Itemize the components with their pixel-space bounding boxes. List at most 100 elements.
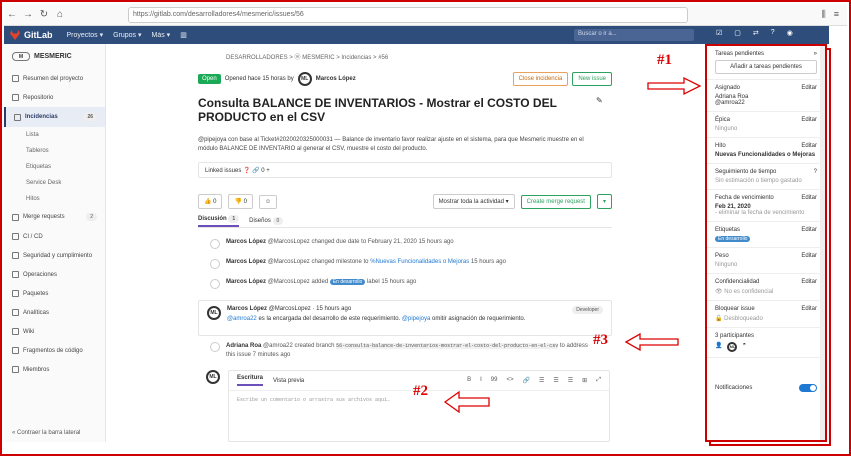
sidebar-item-operations[interactable]: Operaciones xyxy=(4,265,105,284)
bullet-list-icon[interactable]: ☰ xyxy=(539,377,544,384)
sidebar-item-wiki[interactable]: Wiki xyxy=(4,322,105,341)
sidebar-item-analytics[interactable]: Analíticas xyxy=(4,303,105,322)
shield-icon xyxy=(12,252,19,259)
edit-lock[interactable]: Editar xyxy=(801,306,817,312)
collapse-sidebar[interactable]: « Contraer la barra lateral xyxy=(12,430,80,436)
sidebar-item-members[interactable]: Miembros xyxy=(4,360,105,379)
label-badge[interactable]: En desarrollo xyxy=(715,236,751,242)
sidebar-sub-milestones[interactable]: Hitos xyxy=(4,191,105,207)
forward-icon[interactable]: → xyxy=(20,9,36,20)
help-icon[interactable]: ? xyxy=(814,169,817,175)
issues-icon[interactable]: ▢ xyxy=(734,29,741,37)
checklist-icon[interactable]: ☰ xyxy=(568,377,573,384)
participant-avatar[interactable]: ML xyxy=(727,342,738,352)
breadcrumb[interactable]: DESARROLLADORES > ⓜ MESMERIC > Incidenci… xyxy=(226,52,388,61)
todo-icon[interactable]: ☑ xyxy=(716,29,722,37)
edit-milestone[interactable]: Editar xyxy=(801,143,817,149)
participant-avatar[interactable]: 👤 xyxy=(715,342,722,352)
comment-editor: Escritura Vista previa B I 99 <> 🔗 ☰ ☰ ☰… xyxy=(228,370,610,442)
add-todo-button[interactable]: Añadir a tareas pendientes xyxy=(715,60,817,74)
sidebar-item-overview[interactable]: Resumen del proyecto xyxy=(4,69,105,88)
scrollbar[interactable] xyxy=(820,46,825,440)
numbered-list-icon[interactable]: ☰ xyxy=(553,377,558,384)
home-icon[interactable]: ⌂ xyxy=(52,9,68,20)
thumbs-down-button[interactable]: 👎 0 xyxy=(228,194,253,209)
sidebar-sub-list[interactable]: Lista xyxy=(4,127,105,143)
reload-icon[interactable]: ↻ xyxy=(36,9,52,20)
collapse-icon[interactable]: » xyxy=(814,51,817,57)
annotation-arrow-3 xyxy=(624,333,679,351)
activity-chart-icon[interactable]: ▥ xyxy=(180,31,187,39)
author-link[interactable]: Marcos López xyxy=(316,76,356,82)
chart-icon xyxy=(12,309,19,316)
notifications-toggle[interactable] xyxy=(799,384,817,392)
project-header[interactable]: M MESMERIC xyxy=(4,44,105,69)
thumbs-up-button[interactable]: 👍 0 xyxy=(198,194,223,209)
italic-icon[interactable]: I xyxy=(480,377,482,384)
help-icon[interactable]: ? xyxy=(771,29,775,37)
tab-write[interactable]: Escritura xyxy=(237,375,264,386)
quote-icon[interactable]: 99 xyxy=(491,377,498,384)
link-icon[interactable]: 🔗 xyxy=(523,377,530,384)
user-avatar[interactable]: ◉ xyxy=(787,29,793,37)
menu-more[interactable]: Más ▾ xyxy=(152,31,171,39)
table-icon[interactable]: ⊞ xyxy=(582,377,587,384)
gitlab-logo[interactable]: GitLab xyxy=(10,30,53,40)
edit-pencil-icon[interactable]: ✎ xyxy=(596,96,603,105)
annotation-1: #1 xyxy=(657,52,672,68)
confidentiality-section: Confidencialidad Editar 👁 No es confidenci… xyxy=(707,274,825,301)
mr-icon[interactable]: ⇄ xyxy=(753,29,759,37)
bold-icon[interactable]: B xyxy=(467,377,471,384)
sidebar-item-issues[interactable]: Incidencias 26 xyxy=(4,107,105,127)
url-bar[interactable]: https://gitlab.com/desarrolladores4/mesm… xyxy=(128,6,831,446)
new-issue-button[interactable]: New issue xyxy=(572,72,612,86)
avatar: ML xyxy=(206,370,220,384)
menu-icon[interactable]: ≡ xyxy=(834,9,839,20)
edit-epic[interactable]: Editar xyxy=(801,117,817,123)
sidebar-item-packages[interactable]: Paquetes xyxy=(4,284,105,303)
book-icon xyxy=(12,328,19,335)
edit-assignee[interactable]: Editar xyxy=(801,85,817,91)
edit-labels[interactable]: Editar xyxy=(801,227,817,233)
annotation-arrow-2 xyxy=(443,390,490,414)
close-issue-button[interactable]: Close incidencia xyxy=(512,72,569,86)
tab-designs[interactable]: Diseños 0 xyxy=(249,217,284,227)
menu-groups[interactable]: Grupos ▾ xyxy=(113,31,141,39)
edit-confidentiality[interactable]: Editar xyxy=(801,279,817,285)
tab-discussion[interactable]: Discusión 1 xyxy=(198,215,240,227)
sidebar-sub-servicedesk[interactable]: Service Desk xyxy=(4,175,105,191)
add-reaction-button[interactable]: ☺ xyxy=(258,194,278,209)
discussion-tabs: Discusión 1 Diseños 0 xyxy=(198,214,612,228)
edit-due-date[interactable]: Editar xyxy=(801,195,817,201)
home-icon xyxy=(12,75,19,82)
search-input[interactable]: Buscar o ir a... xyxy=(574,29,694,41)
participant-avatar[interactable]: ◓ xyxy=(742,342,746,352)
menu-projects[interactable]: Proyectos ▾ xyxy=(67,31,104,39)
avatar: ML xyxy=(207,306,221,320)
package-icon xyxy=(12,290,19,297)
sidebar-item-repo[interactable]: Repositorio xyxy=(4,88,105,107)
fox-icon xyxy=(10,30,20,40)
create-mr-dropdown[interactable]: ▾ xyxy=(596,194,612,209)
activity-select[interactable]: Mostrar toda la actividad ▾ xyxy=(432,194,515,209)
code-icon[interactable]: <> xyxy=(506,377,513,384)
linked-issues[interactable]: Linked issues ❓ 🔗 0 + xyxy=(198,162,612,178)
fullscreen-icon[interactable]: ⤢ xyxy=(596,377,601,384)
sidebar-item-snippets[interactable]: Fragmentos de código xyxy=(4,341,105,360)
sidebar-sub-boards[interactable]: Tableros xyxy=(4,143,105,159)
notifications-section: Notificaciones xyxy=(707,380,825,396)
create-mr-button[interactable]: Create merge request xyxy=(520,194,591,209)
sidebar-sub-labels[interactable]: Etiquetas xyxy=(4,159,105,175)
edit-weight[interactable]: Editar xyxy=(801,253,817,259)
gitlab-topbar: GitLab Proyectos ▾ Grupos ▾ Más ▾ ▥ Busc… xyxy=(4,26,829,44)
event-milestone: Marcos López @MarcosLopez changed milest… xyxy=(210,259,610,269)
library-icon[interactable]: ⫼ xyxy=(822,9,826,20)
tab-preview[interactable]: Vista previa xyxy=(273,378,304,384)
sidebar-item-security[interactable]: Seguridad y cumplimiento xyxy=(4,246,105,265)
users-icon xyxy=(12,366,19,373)
assignee-section: Asignado Editar Adriana Roa @amroa22 xyxy=(707,80,825,112)
status-badge: Open xyxy=(198,74,221,84)
back-icon[interactable]: ← xyxy=(4,9,20,20)
sidebar-item-cicd[interactable]: CI / CD xyxy=(4,227,105,246)
sidebar-item-mr[interactable]: Merge requests 2 xyxy=(4,207,105,227)
